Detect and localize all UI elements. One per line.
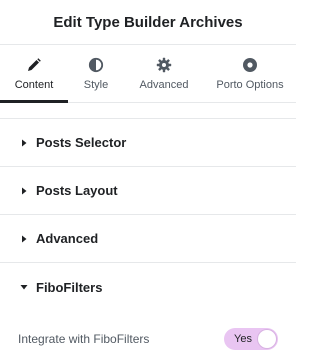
tab-label: Advanced (139, 79, 189, 91)
section-posts-selector[interactable]: Posts Selector (0, 119, 296, 167)
section-spacer (0, 103, 296, 119)
panel-header: Edit Type Builder Archives (0, 0, 296, 44)
caret-right-icon (22, 235, 27, 242)
caret-right-icon (22, 139, 27, 146)
tab-label: Content (14, 79, 54, 91)
tab-content[interactable]: Content (0, 45, 68, 103)
section-title: Posts Layout (36, 183, 118, 198)
caret-down-icon (20, 285, 28, 290)
pencil-icon (28, 58, 41, 71)
section-title: FiboFilters (36, 279, 103, 295)
section-title: Posts Selector (36, 135, 127, 150)
tab-porto-options[interactable]: Porto Options (204, 45, 296, 102)
section-advanced[interactable]: Advanced (0, 215, 296, 263)
gear-icon (156, 57, 172, 73)
ring-icon (243, 58, 257, 72)
tab-style[interactable]: Style (68, 45, 124, 102)
integrate-label: Integrate with FiboFilters (18, 332, 150, 346)
half-circle-icon (88, 57, 104, 73)
tab-bar: Content Style Advanced Porto Options (0, 44, 296, 103)
caret-right-icon (22, 187, 27, 194)
toggle-knob (258, 330, 276, 348)
section-posts-layout[interactable]: Posts Layout (0, 167, 296, 215)
page-title: Edit Type Builder Archives (53, 13, 243, 31)
editor-panel: Edit Type Builder Archives Content Style (0, 0, 296, 360)
toggle-text: Yes (234, 333, 252, 345)
integrate-toggle[interactable]: Yes (224, 328, 278, 350)
section-fibofilters[interactable]: FiboFilters (0, 263, 296, 311)
section-title: Advanced (36, 231, 99, 246)
tab-label: Style (83, 79, 109, 91)
fibofilters-integrate-control: Integrate with FiboFilters Yes (0, 311, 296, 360)
tab-advanced[interactable]: Advanced (124, 45, 204, 102)
tab-label: Porto Options (216, 79, 284, 91)
